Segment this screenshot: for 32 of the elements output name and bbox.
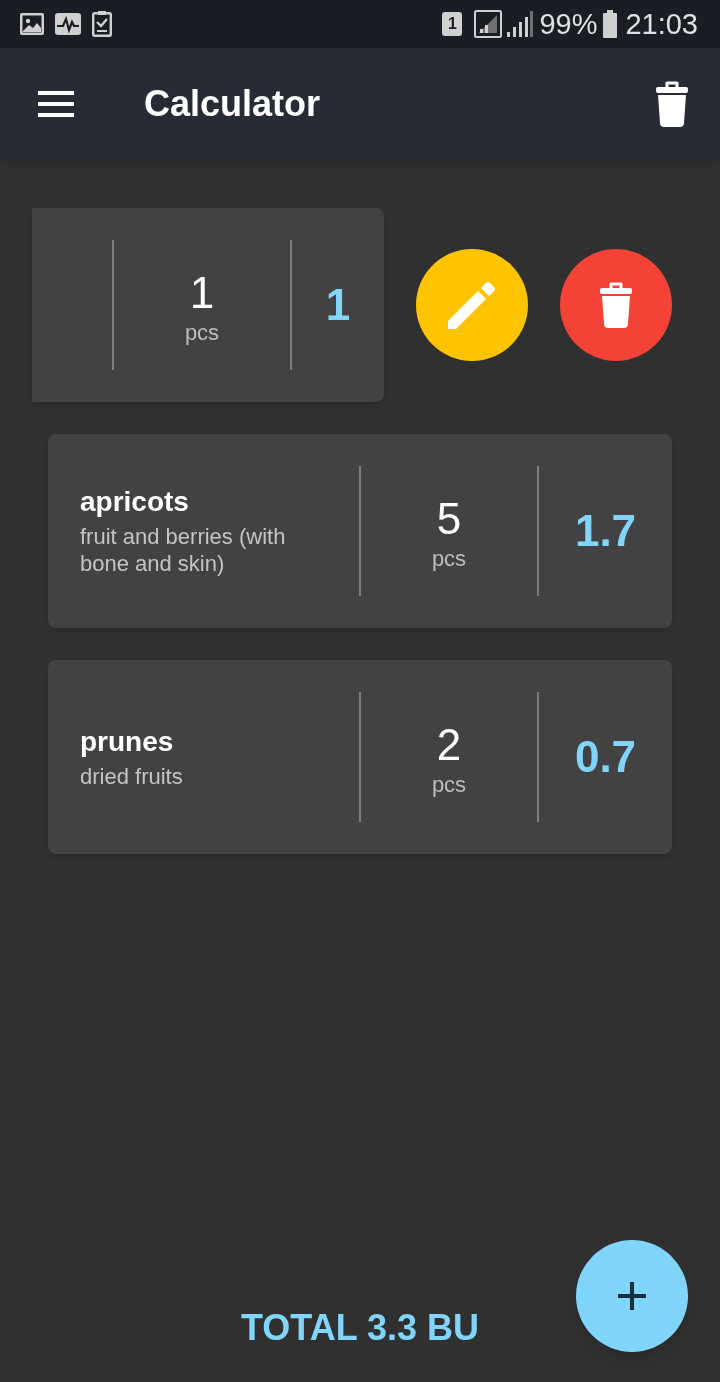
signal-icon xyxy=(474,10,503,38)
plus-icon xyxy=(618,1282,646,1310)
bread-unit-value: 1 xyxy=(325,279,351,331)
item-name: apricots xyxy=(80,485,190,519)
total-label: TOTAL 3.3 BU xyxy=(240,1306,479,1350)
clock: 21:03 xyxy=(625,7,698,41)
image-icon xyxy=(20,13,44,35)
quantity-value: 2 xyxy=(436,719,462,771)
sim-slot-badge: 1 xyxy=(442,12,463,36)
item-name: prunes xyxy=(80,724,175,759)
signal-icon xyxy=(507,11,534,37)
app-title: Calculator xyxy=(144,82,322,126)
pencil-icon xyxy=(448,281,496,329)
pulse-icon xyxy=(55,13,81,35)
unit-label: pcs xyxy=(431,545,467,573)
item-card[interactable]: 1 pcs 1 xyxy=(32,208,384,402)
quantity-value: 1 xyxy=(189,267,215,319)
battery-percent: 99% xyxy=(539,7,598,41)
bread-unit-value: 1.7 xyxy=(574,505,637,557)
item-description: fruit and berries (with bone and skin) xyxy=(80,523,287,577)
bread-unit-value: 0.7 xyxy=(574,731,637,783)
trash-icon xyxy=(600,282,632,328)
trash-icon xyxy=(656,81,688,127)
menu-icon xyxy=(38,91,74,117)
unit-label: pcs xyxy=(431,771,467,799)
clipboard-check-icon xyxy=(92,11,112,37)
quantity-value: 5 xyxy=(436,493,462,545)
item-description: dried fruits xyxy=(80,762,184,790)
unit-label: pcs xyxy=(184,319,220,347)
battery-icon xyxy=(603,10,618,38)
item-card[interactable]: prunes dried fruits 2 pcs 0.7 xyxy=(48,660,672,854)
item-card[interactable]: apricots fruit and berries (with bone and skin) 5 pcs 1.7 xyxy=(48,434,672,628)
